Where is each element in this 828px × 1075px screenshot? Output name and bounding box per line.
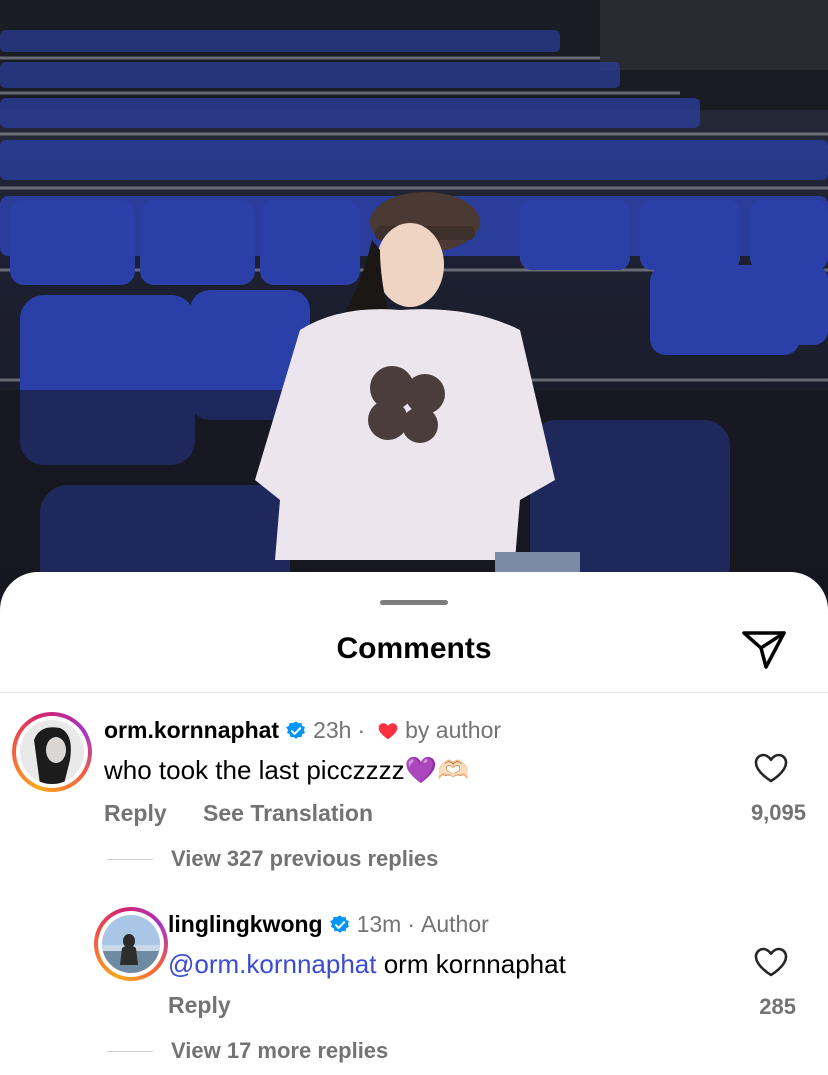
share-button[interactable] [740, 628, 788, 672]
comment-emoji: 💜🫶🏻 [404, 755, 470, 785]
reply-text: @orm.kornnaphat orm kornnaphat [168, 949, 566, 980]
like-count: 285 [759, 994, 796, 1019]
heart-filled-icon [378, 722, 398, 739]
meta-separator: · [357, 717, 366, 743]
paper-plane-icon [742, 631, 786, 669]
replies-divider [107, 1051, 153, 1052]
author-badge: Author [421, 911, 489, 937]
reply-meta: linglingkwong 13m · Author [168, 911, 489, 938]
like-count: 9,095 [750, 800, 806, 825]
meta-separator: · [407, 911, 416, 937]
comments-sheet: Comments orm.kornnaphat 23h · by author … [0, 572, 828, 1075]
comment-time: 23h [313, 717, 352, 743]
reply-body: orm kornnaphat [376, 949, 566, 979]
reply-button[interactable]: Reply [168, 992, 231, 1019]
reply-username[interactable]: linglingkwong [168, 911, 323, 938]
see-translation-button[interactable]: See Translation [203, 800, 373, 827]
reply-time: 13m [356, 911, 402, 937]
avatar[interactable] [94, 907, 168, 981]
post-photo [0, 0, 828, 640]
header-divider [0, 692, 828, 693]
comment-username[interactable]: orm.kornnaphat [104, 717, 279, 744]
comment-text: who took the last picczzzz💜🫶🏻 [104, 755, 469, 786]
view-previous-replies-button[interactable]: View 327 previous replies [171, 846, 438, 872]
stadium-photo-illustration [0, 0, 828, 640]
verified-badge-icon [286, 720, 306, 739]
avatar[interactable] [12, 712, 92, 792]
sheet-title: Comments [336, 632, 492, 665]
mention-link[interactable]: @orm.kornnaphat [168, 949, 377, 979]
liked-by-author-label: by author [405, 717, 502, 743]
comment-meta: orm.kornnaphat 23h · by author [104, 717, 501, 744]
comment-body: who took the last picczzzz [104, 755, 405, 785]
avatar-photo [102, 915, 160, 973]
sheet-grabber[interactable] [380, 600, 448, 605]
replies-divider [107, 859, 153, 860]
avatar-photo [20, 720, 84, 784]
heart-outline-icon[interactable] [753, 946, 789, 978]
reply-button[interactable]: Reply [104, 800, 167, 827]
view-more-replies-button[interactable]: View 17 more replies [171, 1038, 388, 1064]
verified-badge-icon [329, 914, 349, 933]
heart-outline-icon[interactable] [753, 752, 789, 784]
